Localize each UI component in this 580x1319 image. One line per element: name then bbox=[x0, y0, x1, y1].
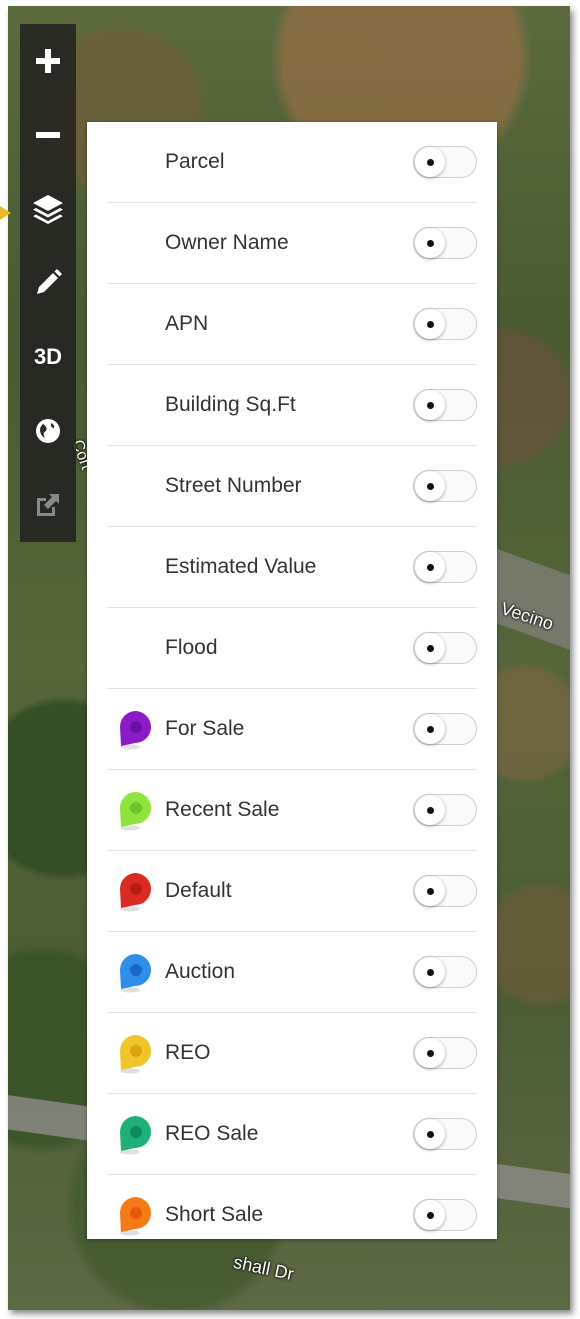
layer-toggle[interactable] bbox=[413, 1199, 477, 1231]
layer-toggle[interactable] bbox=[413, 308, 477, 340]
toggle-knob bbox=[415, 390, 445, 420]
layer-row-auction: Auction bbox=[107, 932, 477, 1013]
map-pin-icon bbox=[119, 711, 151, 750]
globe-icon bbox=[36, 419, 60, 443]
layer-label: Estimated Value bbox=[165, 555, 317, 578]
layer-row-reo-sale: REO Sale bbox=[107, 1094, 477, 1175]
map-pin-icon bbox=[119, 954, 151, 993]
toggle-knob bbox=[415, 147, 445, 177]
layer-toggle[interactable] bbox=[413, 1118, 477, 1150]
layer-label: Owner Name bbox=[165, 231, 289, 254]
toggle-knob bbox=[415, 552, 445, 582]
map-pin-icon bbox=[119, 873, 151, 912]
zoom-in-button[interactable] bbox=[20, 24, 76, 98]
plus-icon bbox=[36, 49, 60, 73]
pencil-icon bbox=[37, 269, 62, 294]
layer-toggle[interactable] bbox=[413, 956, 477, 988]
toggle-knob bbox=[415, 876, 445, 906]
layer-label: Parcel bbox=[165, 150, 225, 173]
layer-toggle[interactable] bbox=[413, 632, 477, 664]
toggle-knob bbox=[415, 309, 445, 339]
map-pin-icon bbox=[119, 1116, 151, 1155]
layer-row-default: Default bbox=[107, 851, 477, 932]
active-tool-pointer bbox=[0, 206, 11, 220]
street-label: shall Dr bbox=[231, 1251, 296, 1285]
layer-label: Short Sale bbox=[165, 1203, 264, 1226]
layer-toggle[interactable] bbox=[413, 1037, 477, 1069]
layer-row-short-sale: Short Sale bbox=[107, 1175, 477, 1255]
toggle-knob bbox=[415, 1038, 445, 1068]
toggle-knob bbox=[415, 1200, 445, 1230]
draw-button[interactable] bbox=[20, 246, 76, 320]
map-pin-icon bbox=[119, 1197, 151, 1236]
layer-toggle[interactable] bbox=[413, 713, 477, 745]
toggle-knob bbox=[415, 228, 445, 258]
toggle-knob bbox=[415, 957, 445, 987]
globe-button[interactable] bbox=[20, 394, 76, 468]
layer-row-reo: REO bbox=[107, 1013, 477, 1094]
3d-button[interactable]: 3D bbox=[20, 320, 76, 394]
layer-toggle[interactable] bbox=[413, 389, 477, 421]
layer-row-for-sale: For Sale bbox=[107, 689, 477, 770]
zoom-out-button[interactable] bbox=[20, 98, 76, 172]
layer-toggle[interactable] bbox=[413, 551, 477, 583]
map-pin-icon bbox=[119, 1035, 151, 1074]
layer-label: Auction bbox=[165, 960, 236, 983]
layer-toggle[interactable] bbox=[413, 794, 477, 826]
layer-label: REO bbox=[165, 1041, 211, 1064]
layers-panel: Parcel Owner Name APN Building Sq.Ft Street … bbox=[87, 122, 497, 1239]
layer-label: Flood bbox=[165, 636, 218, 659]
toggle-knob bbox=[415, 1119, 445, 1149]
minus-icon bbox=[36, 132, 60, 138]
3d-label: 3D bbox=[33, 344, 63, 369]
layer-row-parcel: Parcel bbox=[107, 122, 477, 203]
toggle-knob bbox=[415, 471, 445, 501]
layer-row-flood: Flood bbox=[107, 608, 477, 689]
layer-label: Street Number bbox=[165, 474, 302, 497]
external-link-icon bbox=[37, 494, 59, 516]
layer-toggle[interactable] bbox=[413, 227, 477, 259]
layer-label: Default bbox=[165, 879, 232, 902]
layer-label: Building Sq.Ft bbox=[165, 393, 296, 416]
layer-row-building-sq-ft: Building Sq.Ft bbox=[107, 365, 477, 446]
layer-toggle[interactable] bbox=[413, 146, 477, 178]
layer-label: For Sale bbox=[165, 717, 245, 740]
layer-toggle[interactable] bbox=[413, 875, 477, 907]
layer-row-apn: APN bbox=[107, 284, 477, 365]
toggle-knob bbox=[415, 714, 445, 744]
layer-row-estimated-value: Estimated Value bbox=[107, 527, 477, 608]
layer-toggle[interactable] bbox=[413, 470, 477, 502]
layer-row-owner-name: Owner Name bbox=[107, 203, 477, 284]
layer-label: REO Sale bbox=[165, 1122, 259, 1145]
map-toolbar: 3D bbox=[20, 24, 76, 542]
layer-row-recent-sale: Recent Sale bbox=[107, 770, 477, 851]
layers-button[interactable] bbox=[20, 172, 76, 246]
map-pin-icon bbox=[119, 792, 151, 831]
layer-row-street-number: Street Number bbox=[107, 446, 477, 527]
layer-label: APN bbox=[165, 312, 209, 335]
layers-icon bbox=[33, 195, 63, 224]
toggle-knob bbox=[415, 795, 445, 825]
toggle-knob bbox=[415, 633, 445, 663]
layer-label: Recent Sale bbox=[165, 798, 280, 821]
share-button[interactable] bbox=[20, 468, 76, 542]
